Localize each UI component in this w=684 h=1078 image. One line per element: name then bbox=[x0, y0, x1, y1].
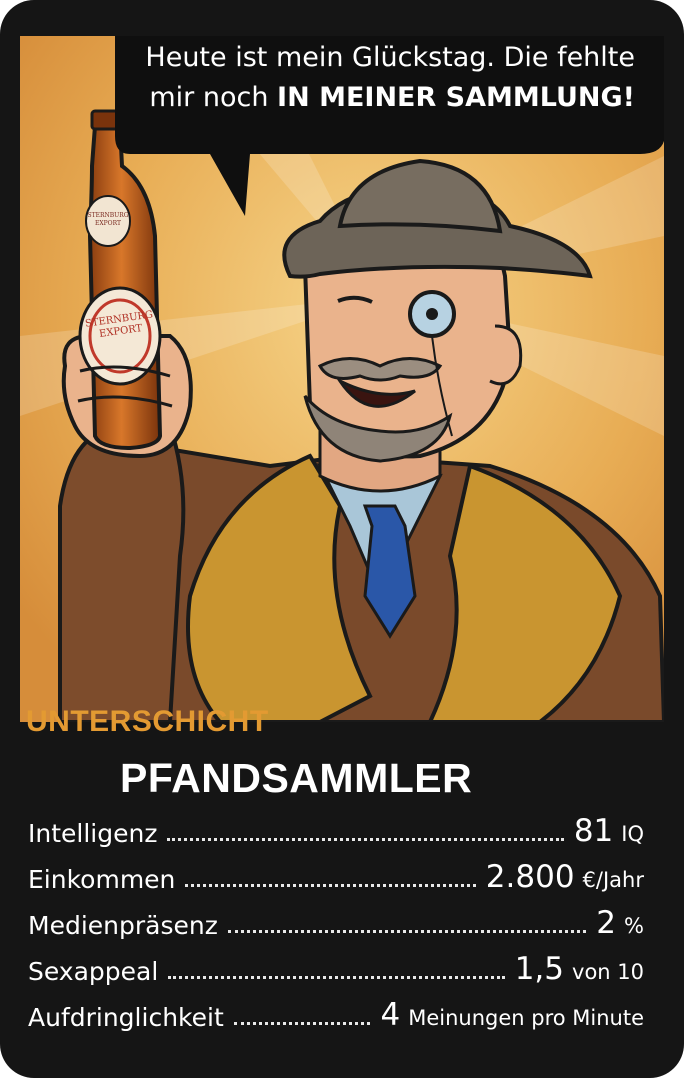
stat-value: 2 bbox=[596, 905, 617, 941]
dot-leader bbox=[185, 884, 476, 887]
speech-line-2: mir noch IN MEINER SAMMLUNG! bbox=[120, 78, 635, 118]
stat-row-aufdringlichkeit[interactable]: Aufdringlichkeit 4 Meinungen pro Minute bbox=[28, 990, 644, 1036]
speech-line-1: Heute ist mein Glückstag. Die fehlte bbox=[145, 42, 635, 73]
stat-row-einkommen[interactable]: Einkommen 2.800 €/Jahr bbox=[28, 852, 644, 898]
character-illustration: STERNBURG EXPORT STERNBURG EXPORT bbox=[20, 36, 664, 722]
dot-leader bbox=[167, 838, 564, 841]
card-name: PFANDSAMMLER bbox=[120, 755, 473, 801]
trump-card: STERNBURG EXPORT STERNBURG EXPORT Heute … bbox=[0, 0, 684, 1078]
stat-row-medienpraesenz[interactable]: Medienpräsenz 2 % bbox=[28, 898, 644, 944]
stat-value: 1,5 bbox=[514, 951, 565, 987]
stat-label: Intelligenz bbox=[28, 819, 158, 848]
stat-unit: Meinungen pro Minute bbox=[408, 1006, 644, 1030]
stat-unit: €/Jahr bbox=[582, 868, 644, 892]
stat-row-intelligenz[interactable]: Intelligenz 81 IQ bbox=[28, 806, 644, 852]
speech-emphasis: IN MEINER SAMMLUNG! bbox=[277, 82, 635, 113]
speech-bubble-text: Heute ist mein Glückstag. Die fehlte mir… bbox=[120, 38, 635, 118]
stat-label: Medienpräsenz bbox=[28, 911, 218, 940]
stat-label: Aufdringlichkeit bbox=[28, 1003, 224, 1032]
card-category: UNTERSCHICHT bbox=[26, 705, 269, 738]
dot-leader bbox=[168, 976, 505, 979]
stat-unit: % bbox=[624, 914, 644, 938]
stat-unit: IQ bbox=[621, 822, 644, 846]
stat-value: 4 bbox=[380, 997, 401, 1033]
bottle-neck-label: STERNBURG EXPORT bbox=[87, 212, 129, 227]
stat-unit: von 10 bbox=[572, 960, 644, 984]
stat-value: 2.800 bbox=[485, 859, 575, 895]
speech-line-2-prefix: mir noch bbox=[149, 82, 269, 113]
dot-leader bbox=[227, 930, 587, 933]
stat-row-sexappeal[interactable]: Sexappeal 1,5 von 10 bbox=[28, 944, 644, 990]
stat-value: 81 bbox=[573, 813, 614, 849]
stat-label: Sexappeal bbox=[28, 957, 159, 986]
dot-leader bbox=[233, 1022, 371, 1025]
stats-list: Intelligenz 81 IQ Einkommen 2.800 €/Jahr… bbox=[28, 806, 644, 1036]
stat-label: Einkommen bbox=[28, 865, 176, 894]
